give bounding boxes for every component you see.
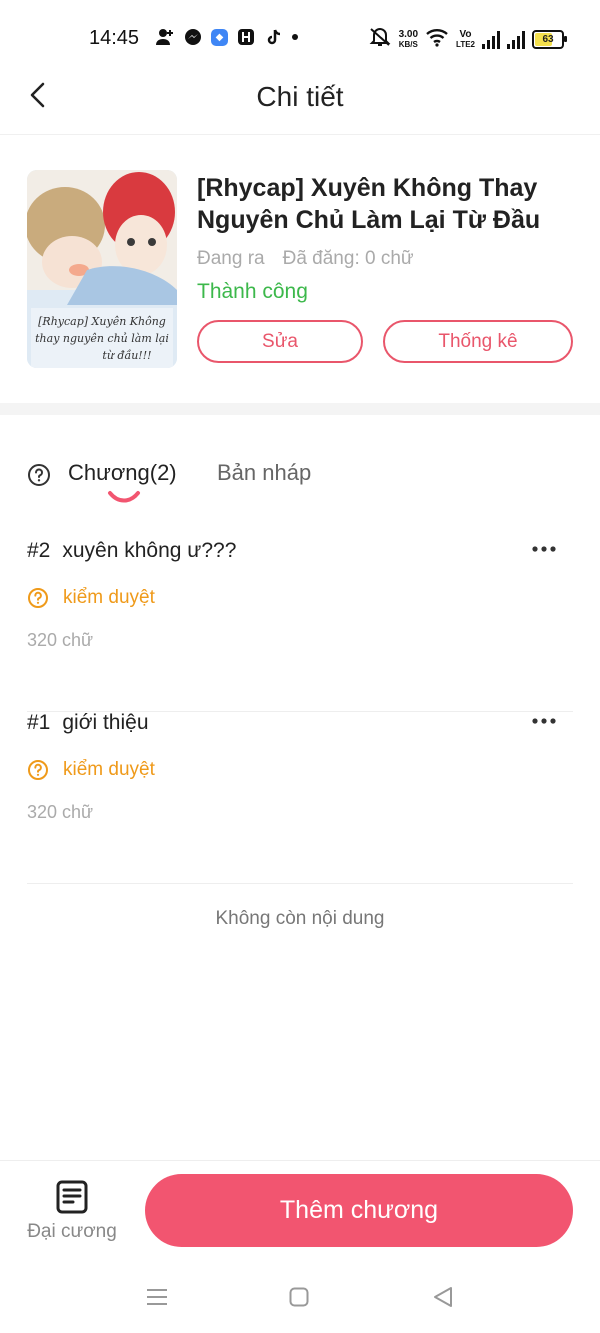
mute-icon [368,26,392,53]
publish-result: Thành công [197,280,308,303]
back-icon[interactable] [433,1286,453,1308]
book-card: [Rhycap] Xuyên Không thay nguyên chủ làm… [27,170,573,370]
help-icon[interactable] [27,463,51,487]
pending-icon [28,588,48,608]
book-title[interactable]: [Rhycap] Xuyên Không Thay Nguyên Chủ Làm… [197,172,573,236]
book-info: [Rhycap] Xuyên Không Thay Nguyên Chủ Làm… [197,170,573,363]
status-time: 14:45 [89,27,140,49]
tab-drafts[interactable]: Bản nháp [217,460,311,486]
add-user-icon [155,27,175,47]
page-title: Chi tiết [256,81,344,112]
book-status: Đang ra [197,248,265,269]
end-of-list-text: Không còn nội dung [215,908,385,929]
battery-icon: 63 [532,30,567,49]
cover-line-1: [Rhycap] Xuyên Không [38,315,166,328]
book-meta: Đang ra Đã đăng: 0 chữ [197,248,573,270]
review-status: kiểm duyệt [27,759,155,781]
stats-button[interactable]: Thống kê [383,320,573,363]
book-word-count: Đã đăng: 0 chữ [282,248,414,269]
document-icon [56,1180,88,1214]
chapter-word-count: 320 chữ [27,802,94,822]
net-speed: 3.00 KB/S [398,28,419,49]
system-status-icons: 3.00 KB/S Vo LTE2 63 [368,26,567,53]
add-chapter-button[interactable]: Thêm chương [145,1174,573,1247]
status-bar: 14:45 ◆ 3.00 KB/S Vo LTE2 63 [0,0,600,72]
dot-icon [292,27,298,47]
home-icon[interactable] [289,1287,309,1307]
pending-icon [28,760,48,780]
wifi-icon [425,27,449,52]
bottom-action-bar: Đại cương Thêm chương [0,1160,600,1261]
tiktok-icon [264,27,284,47]
list-item[interactable]: #2 xuyên không ư??? kiểm duyệt 320 chữ [27,539,573,712]
book-actions: Sửa Thống kê [197,320,573,363]
menu-icon[interactable] [146,1288,168,1306]
cover-line-3: từ đầu!!! [102,349,151,362]
notification-icons: ◆ [155,27,298,47]
signal-icon [482,30,500,49]
active-tab-indicator [108,491,140,503]
tab-chapters[interactable]: Chương(2) [68,460,177,486]
cover-line-2: thay nguyên chủ làm lại [35,332,169,345]
chapter-tabs: Chương(2) Bản nháp [27,458,573,508]
outline-button[interactable]: Đại cương [26,1179,118,1243]
signal-icon [507,30,525,49]
messenger-icon [183,27,203,47]
chapter-title: #2 xuyên không ư??? [27,539,237,562]
app-icon: ◆ [211,28,228,46]
chapter-title: #1 giới thiệu [27,711,149,734]
more-options-icon[interactable] [532,717,556,725]
edit-button[interactable]: Sửa [197,320,363,363]
more-options-icon[interactable] [532,545,556,553]
system-nav-bar [0,1262,600,1333]
book-cover[interactable]: [Rhycap] Xuyên Không thay nguyên chủ làm… [27,170,177,368]
chapter-word-count: 320 chữ [27,630,94,650]
h-app-icon [236,27,256,47]
outline-label: Đại cương [27,1221,117,1242]
list-item[interactable]: #1 giới thiệu kiểm duyệt 320 chữ [27,711,573,884]
app-header: Chi tiết [0,72,600,135]
section-divider [0,403,600,415]
review-status: kiểm duyệt [27,587,155,609]
volte-icon: Vo LTE2 [456,28,475,49]
